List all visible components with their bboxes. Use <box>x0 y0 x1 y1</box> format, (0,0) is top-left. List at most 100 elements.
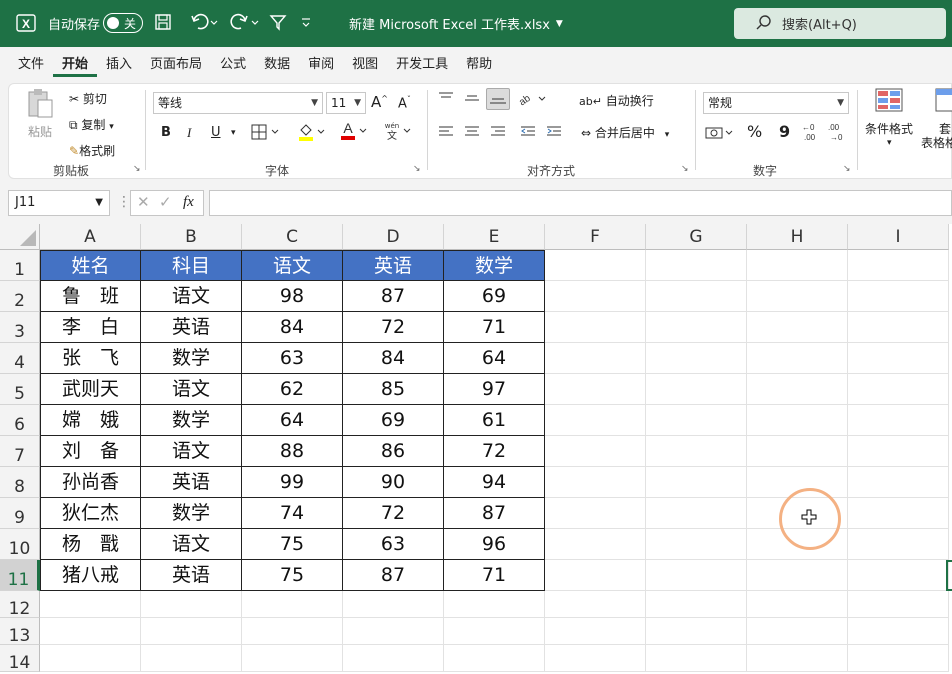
font-name-select[interactable]: 等线 ▼ <box>153 92 323 114</box>
table-cell[interactable]: 87 <box>343 560 444 591</box>
grid-cell[interactable] <box>242 618 343 645</box>
table-cell[interactable]: 90 <box>343 467 444 498</box>
tab-home[interactable]: 开始 <box>53 53 98 77</box>
grid-cell[interactable] <box>747 405 848 436</box>
grid-cell[interactable] <box>747 618 848 645</box>
grid-cell[interactable] <box>242 591 343 618</box>
cut-button[interactable]: ✂ 剪切 <box>69 90 107 107</box>
grid-cell[interactable] <box>646 250 747 281</box>
grid-cell[interactable] <box>747 591 848 618</box>
grid-cell[interactable] <box>545 618 646 645</box>
column-header-f[interactable]: F <box>545 224 646 250</box>
align-middle-icon[interactable] <box>463 90 481 109</box>
row-header-10[interactable]: 10 <box>0 529 40 560</box>
row-header-5[interactable]: 5 <box>0 374 40 405</box>
row-header-8[interactable]: 8 <box>0 467 40 498</box>
grid-cell[interactable] <box>747 645 848 672</box>
table-cell[interactable]: 语文 <box>141 436 242 467</box>
grid-cell[interactable] <box>646 312 747 343</box>
table-header-cell[interactable]: 科目 <box>141 250 242 281</box>
grid-cell[interactable] <box>848 374 949 405</box>
grid-cell[interactable] <box>646 560 747 591</box>
table-header-cell[interactable]: 英语 <box>343 250 444 281</box>
table-cell[interactable]: 99 <box>242 467 343 498</box>
orientation-icon[interactable]: ab <box>517 90 547 109</box>
font-size-select[interactable]: 11 ▼ <box>326 92 366 114</box>
table-cell[interactable]: 74 <box>242 498 343 529</box>
grid-cell[interactable] <box>545 645 646 672</box>
table-cell[interactable]: 英语 <box>141 467 242 498</box>
copy-button[interactable]: ⧉ 复制 ▾ <box>69 116 114 133</box>
table-cell[interactable]: 97 <box>444 374 545 405</box>
accounting-format-icon[interactable] <box>705 125 735 144</box>
cancel-icon[interactable]: ✕ <box>137 193 150 211</box>
table-cell[interactable]: 86 <box>343 436 444 467</box>
grid-cell[interactable] <box>848 498 949 529</box>
align-right-icon[interactable] <box>489 124 507 143</box>
grid-cell[interactable] <box>646 405 747 436</box>
grid-cell[interactable] <box>646 529 747 560</box>
grid-cell[interactable] <box>141 591 242 618</box>
comma-button[interactable]: 9 <box>779 122 790 141</box>
table-cell[interactable]: 69 <box>343 405 444 436</box>
grid-cell[interactable] <box>40 618 141 645</box>
decrease-font-icon[interactable]: Aˇ <box>398 95 411 111</box>
grid-cell[interactable] <box>646 618 747 645</box>
table-cell[interactable]: 64 <box>444 343 545 374</box>
table-cell[interactable]: 75 <box>242 560 343 591</box>
table-cell[interactable]: 鲁 班 <box>40 281 141 312</box>
column-header-b[interactable]: B <box>141 224 242 250</box>
dialog-launcher-icon[interactable]: ↘ <box>133 164 141 174</box>
table-cell[interactable]: 63 <box>343 529 444 560</box>
column-header-c[interactable]: C <box>242 224 343 250</box>
grid-cell[interactable] <box>545 405 646 436</box>
grid-cell[interactable] <box>747 374 848 405</box>
grid-cell[interactable] <box>444 618 545 645</box>
column-header-d[interactable]: D <box>343 224 444 250</box>
decrease-indent-icon[interactable] <box>519 124 537 143</box>
name-box[interactable]: J11 ▼ <box>8 190 110 216</box>
grid-cell[interactable] <box>848 618 949 645</box>
merge-center-button[interactable]: ⇔ 合并后居中 ▾ <box>581 124 669 141</box>
grid-cell[interactable] <box>646 281 747 312</box>
decrease-decimal-icon[interactable]: .00 →0 <box>827 122 849 145</box>
column-header-a[interactable]: A <box>40 224 141 250</box>
table-cell[interactable]: 孙尚香 <box>40 467 141 498</box>
autosave-toggle[interactable]: 关 <box>103 13 143 33</box>
format-painter-button[interactable]: ✎格式刷 <box>69 142 115 159</box>
table-cell[interactable]: 英语 <box>141 560 242 591</box>
filter-icon[interactable] <box>269 13 287 31</box>
table-cell[interactable]: 数学 <box>141 405 242 436</box>
table-cell[interactable]: 63 <box>242 343 343 374</box>
insert-function-icon[interactable]: fx <box>183 194 194 211</box>
grid-cell[interactable] <box>646 467 747 498</box>
grid-cell[interactable] <box>848 312 949 343</box>
table-cell[interactable]: 数学 <box>141 343 242 374</box>
grid-cell[interactable] <box>545 467 646 498</box>
chevron-down-icon[interactable]: ▾ <box>231 128 236 138</box>
grid-cell[interactable] <box>545 560 646 591</box>
tab-file[interactable]: 文件 <box>9 53 53 72</box>
grid-cell[interactable] <box>747 343 848 374</box>
tab-review[interactable]: 审阅 <box>299 53 343 72</box>
fill-color-button[interactable] <box>297 122 327 145</box>
conditional-format-icon[interactable] <box>875 88 903 115</box>
table-cell[interactable]: 98 <box>242 281 343 312</box>
grid-cell[interactable] <box>646 436 747 467</box>
grid-cell[interactable] <box>545 498 646 529</box>
grid-cell[interactable] <box>646 591 747 618</box>
grid-cell[interactable] <box>848 405 949 436</box>
grid-cell[interactable] <box>545 591 646 618</box>
table-cell[interactable]: 杨 戬 <box>40 529 141 560</box>
grid-cell[interactable] <box>848 645 949 672</box>
row-header-1[interactable]: 1 <box>0 250 40 281</box>
document-title[interactable]: 新建 Microsoft Excel 工作表.xlsx ▼ <box>349 14 563 33</box>
grid-cell[interactable] <box>40 645 141 672</box>
grid-cell[interactable] <box>646 343 747 374</box>
table-cell[interactable]: 84 <box>242 312 343 343</box>
grid-cell[interactable] <box>242 645 343 672</box>
column-header-i[interactable]: I <box>848 224 949 250</box>
more-options-icon[interactable]: ⋮ <box>117 194 131 210</box>
table-header-cell[interactable]: 语文 <box>242 250 343 281</box>
wrap-text-button[interactable]: ab↵ 自动换行 <box>579 92 654 109</box>
